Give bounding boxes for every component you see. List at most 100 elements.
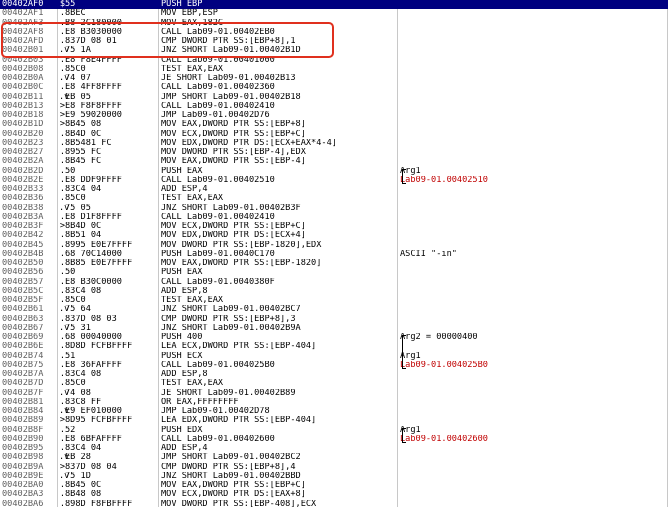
instruction-text: MOV EAX,DWORD PTR SS:[EBP-4] — [161, 157, 306, 167]
instruction-bytes: 83C4 08 — [65, 370, 102, 379]
instruction-address: 00402BA6 — [2, 499, 44, 507]
instruction-address: 00402B7F — [2, 388, 44, 398]
instruction-bytes: 8B45 FC — [65, 157, 102, 167]
instruction-row[interactable]: 00402B33. 83C4 04 ADD ESP,4 — [0, 184, 668, 194]
instruction-address: 00402B23 — [2, 138, 44, 148]
instruction-text: CALL Lab09-01.0040380F — [161, 277, 275, 287]
instruction-row[interactable]: 00402B67 .v 75 31 JNZ SHORT Lab09-01.00402B… — [0, 323, 668, 333]
instruction-address: 00402B38 — [2, 203, 44, 213]
instruction-bytes: 8D95 FCFBFFFF — [65, 416, 133, 426]
instruction-bytes: 75 1D — [65, 471, 91, 481]
instruction-row[interactable]: 00402B2D. 50 PUSH EAX Arg1 — [0, 166, 668, 176]
instruction-bytes: 68 00040000 — [65, 333, 122, 342]
instruction-text: JE SHORT Lab09-01.00402B89 — [161, 388, 296, 398]
instruction-row[interactable]: 00402B81. 83C8 FF OR EAX,FFFFFFFF — [0, 397, 668, 407]
instruction-row[interactable]: 00402B75. E8 36FAFFFF CALL Lab09-01.004025… — [0, 360, 668, 370]
instruction-row[interactable]: 00402B7D. 85C0 TEST EAX,EAX — [0, 378, 668, 388]
instruction-row[interactable]: 00402B13 > E8 F8F8FFFF CALL Lab09-01.004024… — [0, 101, 668, 111]
instruction-row[interactable]: 00402B18 > E9 59020000 JMP Lab09-01.00402D7… — [0, 110, 668, 120]
instruction-text: PUSH Lab09-01.0040C170 — [161, 249, 275, 259]
instruction-row[interactable]: 00402B01 .v 75 1A JNZ SHORT Lab09-01.00402B… — [0, 45, 668, 56]
instruction-row[interactable]: 00402B57. E8 B30C0000 CALL Lab09-01.004038… — [0, 277, 668, 287]
instruction-row[interactable]: 00402B90. E8 6BFAFFFF CALL Lab09-01.004026… — [0, 434, 668, 444]
instruction-row[interactable]: 00402B84 .v E9 EF010000 JMP Lab09-01.00402D… — [0, 406, 668, 416]
instruction-row[interactable]: 00402B7F .v 74 08 JE SHORT Lab09-01.00402B8… — [0, 388, 668, 398]
instruction-row[interactable]: 00402B20. 8B4D 0C MOV ECX,DWORD PTR SS:[EB… — [0, 129, 668, 139]
instruction-address: 00402B9A — [2, 462, 44, 472]
instruction-row[interactable]: 00402BA0. 8B45 0C MOV EAX,DWORD PTR SS:[EB… — [0, 480, 668, 490]
instruction-bytes: 74 08 — [65, 388, 91, 398]
instruction-row[interactable]: 00402B98 .v EB 28 JMP SHORT Lab09-01.00402B… — [0, 452, 668, 463]
instruction-row[interactable]: 00402BA6. 898D F8FBFFFF MOV DWORD PTR SS:[… — [0, 499, 668, 507]
instruction-bytes: 55 — [65, 0, 76, 9]
instruction-row[interactable]: 00402AF8. E8 B3030000 CALL Lab09-01.00402E… — [0, 27, 668, 37]
instruction-row[interactable]: 00402B5F. 85C0 TEST EAX,EAX — [0, 295, 668, 305]
instruction-bytes: 74 07 — [65, 74, 91, 83]
instruction-row[interactable]: 00402BA3. 8B48 08 MOV ECX,DWORD PTR DS:[EA… — [0, 489, 668, 500]
instruction-row[interactable]: 00402AF1. 8BEC MOV EBP,ESP — [0, 8, 668, 18]
instruction-row[interactable]: 00402AFD. 837D 08 01 CMP DWORD PTR SS:[EBP… — [0, 36, 668, 46]
instruction-row[interactable]: 00402B69. 68 00040000 PUSH 400 Arg2 = 00000… — [0, 332, 668, 342]
instruction-row[interactable]: 00402B45. 8995 E0E7FFFF MOV DWORD PTR SS:[… — [0, 240, 668, 250]
instruction-row[interactable]: 00402B23. 8B5481 FC MOV EDX,DWORD PTR DS:[… — [0, 138, 668, 148]
instruction-row[interactable]: 00402B2A. 8B45 FC MOV EAX,DWORD PTR SS:[EB… — [0, 156, 668, 167]
instruction-row[interactable]: 00402B08. 85C0 TEST EAX,EAX — [0, 64, 668, 74]
instruction-address: 00402B63 — [2, 314, 44, 324]
instruction-bytes: 8B48 08 — [65, 490, 102, 500]
instruction-row[interactable]: 00402B3F >8B4D 0C MOV ECX,DWORD PTR SS:[EB… — [0, 221, 668, 231]
instruction-comment: Lab09-01.004025B0 — [400, 360, 488, 370]
instruction-row[interactable]: 00402B9E .v 75 1D JNZ SHORT Lab09-01.00402B… — [0, 471, 668, 481]
instruction-row[interactable]: 00402B1D >8B45 08 MOV EAX,DWORD PTR SS:[EB… — [0, 119, 668, 129]
instruction-row[interactable]: 00402B4B. 68 70C14000 PUSH Lab09-01.0040C1… — [0, 249, 668, 259]
instruction-address: 00402B67 — [2, 323, 44, 333]
instruction-row[interactable]: 00402B03. E8 F8E4FFFF CALL Lab09-01.004010… — [0, 55, 668, 65]
instruction-row[interactable]: 00402B74. 51 PUSH ECX Arg1 — [0, 351, 668, 361]
instruction-row[interactable]: 00402B63. 837D 08 03 CMP DWORD PTR SS:[EBP… — [0, 314, 668, 324]
instruction-text: JNZ SHORT Lab09-01.00402B1D — [161, 46, 301, 56]
instruction-row[interactable]: 00402B38 .v 75 05 JNZ SHORT Lab09-01.00402B… — [0, 203, 668, 213]
instruction-bytes: E8 36FAFFFF — [65, 360, 122, 370]
instruction-row[interactable]: 00402B36. 85C0 TEST EAX,EAX — [0, 193, 668, 203]
instruction-row[interactable]: 00402B95. 83C4 04 ADD ESP,4 — [0, 443, 668, 453]
instruction-address: 00402B5C — [2, 286, 44, 296]
instruction-text: JE SHORT Lab09-01.00402B13 — [161, 74, 296, 83]
instruction-row[interactable]: 00402B0A .v 74 07 JE SHORT Lab09-01.00402B1… — [0, 73, 668, 83]
instruction-text: PUSH 400 — [161, 333, 203, 342]
instruction-address: 00402B11 — [2, 92, 44, 102]
instruction-row[interactable]: 00402B2E. E8 DDF9FFFF CALL Lab09-01.004025… — [0, 175, 668, 185]
instruction-row[interactable]: 00402B89 >8D95 FCFBFFFF LEA EDX,DWORD PTR … — [0, 415, 668, 426]
instruction-row[interactable]: 00402B3A. E8 D1F8FFFF CALL Lab09-01.004024… — [0, 212, 668, 222]
instruction-row[interactable]: 00402B5C. 83C4 08 ADD ESP,8 — [0, 286, 668, 296]
instruction-row[interactable]: 00402B9A >837D 08 04 CMP DWORD PTR SS:[EBP… — [0, 462, 668, 472]
instruction-bytes: E8 F8E4FFFF — [65, 55, 122, 65]
instruction-text: JMP SHORT Lab09-01.00402BC2 — [161, 453, 301, 463]
instruction-bytes: 8955 FC — [65, 148, 102, 157]
instruction-row[interactable]: 00402B56. 50 PUSH EAX — [0, 267, 668, 277]
instruction-bytes: 898D F8FBFFFF — [65, 499, 133, 507]
instruction-text: ADD ESP,4 — [161, 185, 208, 194]
instruction-text: CALL Lab09-01.00402510 — [161, 175, 275, 185]
instruction-text: PUSH ECX — [161, 351, 203, 361]
instruction-row[interactable]: 00402B42. 8B51 04 MOV EDX,DWORD PTR DS:[EC… — [0, 230, 668, 240]
instruction-address: 00402B7A — [2, 370, 44, 379]
disassembly-pane[interactable]: 00402AF0 $55 PUSH EBP 00402AF1. 8BEC MOV EBP,… — [0, 0, 668, 507]
instruction-row[interactable]: 00402B61 .v 75 64 JNZ SHORT Lab09-01.00402B… — [0, 304, 668, 314]
instruction-address: 00402B50 — [2, 259, 44, 268]
instruction-bytes: E8 F8F8FFFF — [65, 101, 122, 111]
instruction-row[interactable]: 00402B27. 8955 FC MOV DWORD PTR SS:[EBP-4]… — [0, 147, 668, 157]
instruction-address: 00402B2E — [2, 175, 44, 185]
instruction-address: 00402AF8 — [2, 27, 44, 37]
instruction-bytes: 75 31 — [65, 323, 91, 333]
instruction-row[interactable]: 00402AF0 $55 PUSH EBP — [0, 0, 668, 10]
instruction-address: 00402B9E — [2, 471, 44, 481]
instruction-row[interactable]: 00402B0C. E8 4FF8FFFF CALL Lab09-01.004023… — [0, 82, 668, 92]
instruction-row[interactable]: 00402B7A. 83C4 08 ADD ESP,8 — [0, 369, 668, 379]
instruction-address: 00402B74 — [2, 351, 44, 361]
instruction-row[interactable]: 00402AF3. B8 2C180000 MOV EAX,182C — [0, 18, 668, 28]
instruction-text: JMP Lab09-01.00402D76 — [161, 111, 270, 120]
instruction-row[interactable]: 00402B8F. 52 PUSH EDX Arg1 — [0, 425, 668, 435]
instruction-row[interactable]: 00402B11 .v EB 05 JMP SHORT Lab09-01.00402B… — [0, 92, 668, 102]
instruction-row[interactable]: 00402B50. 8B85 E0E7FFFF MOV EAX,DWORD PTR … — [0, 258, 668, 268]
instruction-bytes: 837D 08 04 — [65, 462, 117, 472]
instruction-row[interactable]: 00402B6E. 8D8D FCFBFFFF LEA ECX,DWORD PTR … — [0, 341, 668, 351]
